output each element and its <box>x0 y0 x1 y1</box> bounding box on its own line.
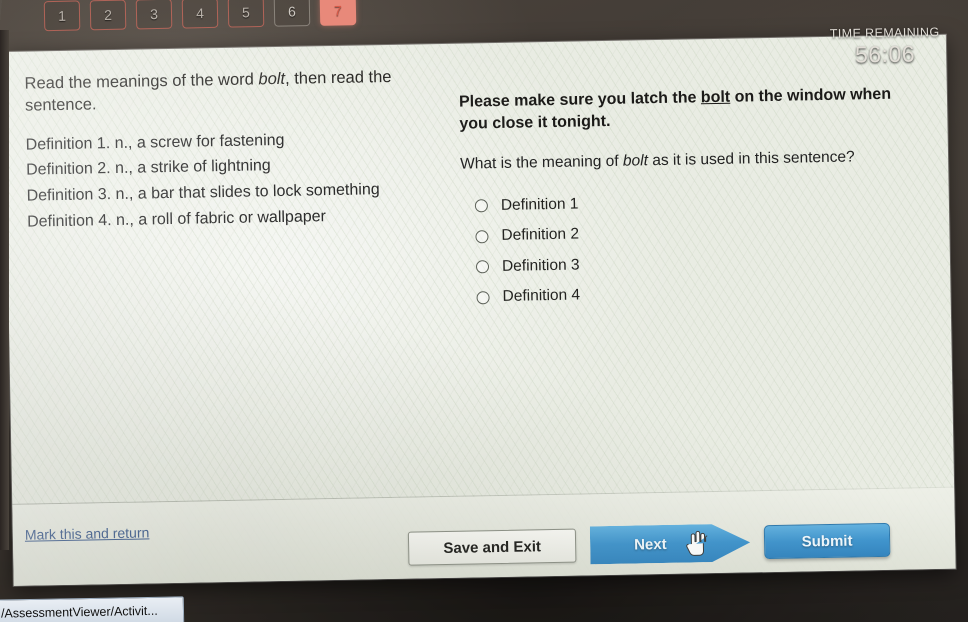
radio-button-icon[interactable] <box>475 229 489 244</box>
mark-this-and-return-link[interactable]: Mark this and return <box>25 524 150 542</box>
taskbar-item-label: /AssessmentViewer/Activit... <box>0 603 158 621</box>
answer-choice-label: Definition 3 <box>501 256 580 275</box>
question-text-after: as it is used in this sentence? <box>647 148 855 170</box>
sentence-text-before: Please make sure you latch the <box>458 89 702 111</box>
radio-button-icon[interactable] <box>474 199 489 213</box>
question-keyword: bolt <box>622 152 649 170</box>
question-text-before: What is the meaning of <box>459 152 624 173</box>
question-tab-6[interactable]: 6 <box>273 0 311 27</box>
question-tab-3[interactable]: 3 <box>135 0 173 30</box>
radio-button-icon[interactable] <box>475 260 490 274</box>
question-tab-7[interactable]: 7 <box>319 0 357 26</box>
next-button[interactable]: Next <box>590 523 751 564</box>
time-remaining-label: TIME REMAINING <box>829 25 940 41</box>
definitions-column: Read the meanings of the word bolt, then… <box>24 62 429 321</box>
time-remaining-value: 56:06 <box>854 40 916 68</box>
footer-button-row: Save and Exit Next Submit <box>407 521 891 568</box>
panel-footer: Mark this and return Save and Exit Next … <box>12 487 956 586</box>
question-text: What is the meaning of bolt as it is use… <box>460 145 922 175</box>
prompt-word: bolt <box>258 69 286 89</box>
question-tab-2[interactable]: 2 <box>89 0 127 31</box>
next-button-wrapper[interactable]: Next <box>590 523 751 564</box>
question-tab-1[interactable]: 1 <box>43 0 81 32</box>
assessment-panel: Read the meanings of the word bolt, then… <box>4 34 956 586</box>
save-and-exit-button[interactable]: Save and Exit <box>407 528 577 566</box>
photo-left-edge <box>0 30 9 550</box>
example-sentence: Please make sure you latch the bolt on t… <box>459 83 922 136</box>
prompt-text-before: Read the meanings of the word <box>24 70 259 93</box>
answer-choice-label: Definition 1 <box>500 195 579 214</box>
question-tab-5[interactable]: 5 <box>227 0 265 28</box>
hand-cursor-icon <box>686 530 708 556</box>
sentence-keyword: bolt <box>700 88 731 107</box>
answer-choice-label: Definition 2 <box>501 225 580 245</box>
read-meanings-prompt: Read the meanings of the word bolt, then… <box>24 66 425 117</box>
answer-choice-label: Definition 4 <box>502 286 581 306</box>
answer-choice-list[interactable]: Definition 1 Definition 2 Definition 3 Defi… <box>461 183 925 313</box>
taskbar-item[interactable]: /AssessmentViewer/Activit... <box>0 596 185 622</box>
definition-list: Definition 1. n., a screw for fastening D… <box>25 125 427 236</box>
question-column: Please make sure you latch the bolt on t… <box>458 53 925 313</box>
radio-button-icon[interactable] <box>476 290 490 305</box>
question-tab-4[interactable]: 4 <box>181 0 219 29</box>
time-remaining: TIME REMAINING 56:06 <box>830 25 940 69</box>
submit-button[interactable]: Submit <box>763 522 891 560</box>
